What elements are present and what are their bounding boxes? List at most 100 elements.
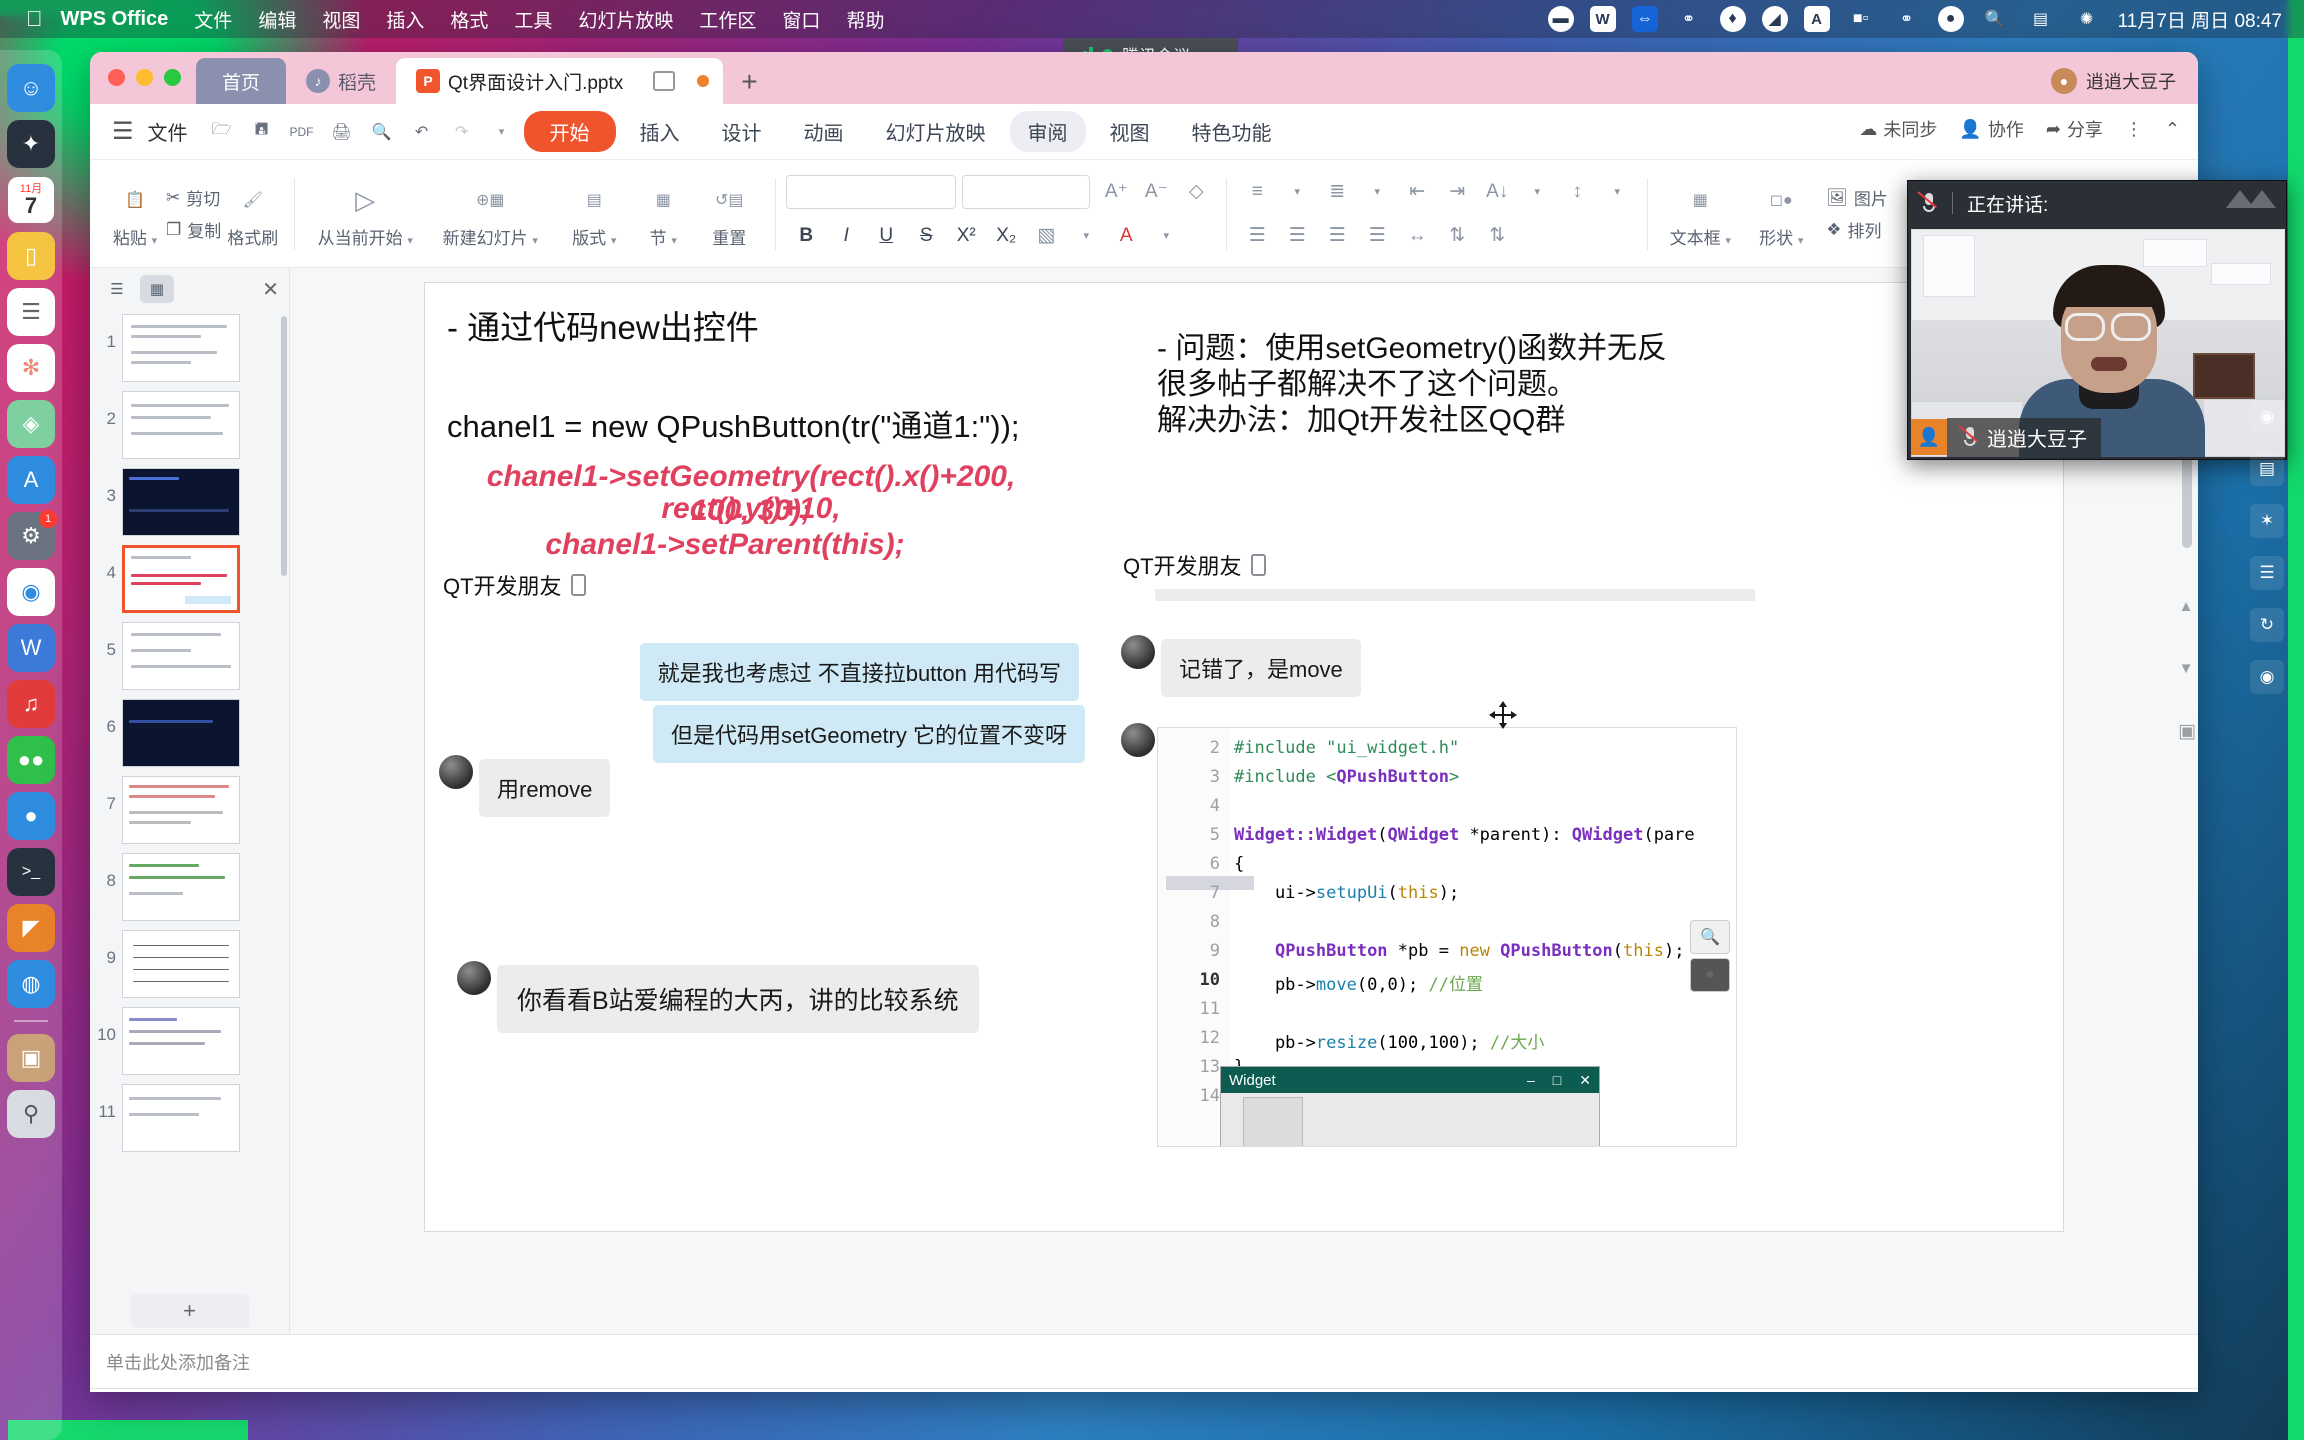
menubar-item-edit[interactable]: 编辑 (258, 6, 296, 33)
more-vertical-icon[interactable]: ⋮ (2125, 119, 2143, 140)
apple-logo-icon[interactable]:  (26, 8, 43, 30)
align-center-icon[interactable]: ☰ (1277, 219, 1317, 253)
chevron-down-icon[interactable]: ▾ (1066, 219, 1106, 253)
chevron-down-icon[interactable]: ▾ (1357, 175, 1397, 209)
slide-red-line-3[interactable]: chanel1->setParent(this); (425, 528, 1025, 561)
menubar-app-name[interactable]: WPS Office (61, 8, 169, 31)
thumbnail-scrollbar[interactable] (281, 316, 287, 576)
eyedropper-icon[interactable]: ◢ (1761, 6, 1788, 32)
next-slide-icon[interactable]: ▼ (2178, 660, 2194, 677)
search-icon[interactable]: 🔍 (1980, 4, 2010, 34)
dock-item-wechat[interactable]: ●● (7, 736, 55, 784)
menubar-item-format[interactable]: 格式 (450, 6, 488, 33)
open-icon[interactable]: 🗁 (204, 115, 240, 149)
ribbon-tab-insert[interactable]: 插入 (622, 111, 698, 152)
ribbon-tab-review[interactable]: 审阅 (1009, 111, 1086, 152)
link-icon[interactable]: ⚭ (1892, 4, 1922, 34)
dock-item-maps[interactable]: ◈ (7, 400, 55, 448)
underline-button[interactable]: U (866, 219, 906, 253)
numbered-list-icon[interactable]: ≣ (1317, 175, 1357, 209)
control-center-icon[interactable]: ▤ (2026, 4, 2056, 34)
dock-item-finder[interactable]: ☺ (7, 64, 55, 112)
row-spacing-icon[interactable]: ⇅ (1477, 219, 1517, 253)
thumbnail-list[interactable]: 1 2 3 4 5 6 7 8 9 10 11 (90, 314, 289, 1282)
drop-icon[interactable]: ♦ (1719, 6, 1746, 32)
column-spacing-icon[interactable]: ⇅ (1437, 219, 1477, 253)
right-chat-screenshot[interactable]: QT开发朋友 记错了，是move 2 #include "ui_widget.h"… (1115, 545, 2055, 1205)
text-highlight-icon[interactable]: ▧ (1026, 219, 1066, 253)
mic-muted-icon[interactable] (1917, 191, 1938, 214)
present-screen-icon[interactable] (653, 71, 676, 91)
ribbon-tab-design[interactable]: 设计 (704, 111, 780, 152)
creative-cloud-icon[interactable]: ⚭ (1674, 4, 1704, 34)
slideshow-from-here-icon[interactable]: ▣ (2178, 720, 2196, 743)
dock-item-browser[interactable]: ◍ (7, 960, 55, 1008)
arrange-button[interactable]: ❖ 排列 (1826, 217, 1888, 242)
collaborate-button[interactable]: 👤 协作 (1959, 116, 2023, 142)
increase-indent-icon[interactable]: ⇥ (1437, 175, 1477, 209)
battery-icon[interactable]: ■▫ (1846, 4, 1876, 34)
thumbnail-item-current[interactable]: 4 (94, 545, 289, 613)
dock-item-terminal[interactable]: >_ (7, 848, 55, 896)
left-chat-screenshot[interactable]: QT开发朋友 就是我也考虑过 不直接拉button 用代码写 但是代码用setG… (435, 565, 1095, 1205)
start-from-current-button[interactable]: ▷ 从当前开始 ▾ (305, 178, 425, 249)
dock-item-downloads[interactable]: ▣ (7, 1034, 55, 1082)
thumbnail-toggle-icon[interactable]: ▦ (140, 275, 174, 303)
slide-canvas[interactable]: - 通过代码new出控件 chanel1 = new QPushButton(t… (424, 282, 2064, 1232)
menubar-item-slideshow[interactable]: 幻灯片放映 (578, 6, 673, 33)
decrease-font-size-icon[interactable]: A⁻ (1136, 175, 1176, 209)
sliders-icon[interactable]: ☰ (2250, 556, 2284, 590)
sync-status-button[interactable]: ☁ 未同步 (1859, 116, 1937, 142)
menubar-item-workspace[interactable]: 工作区 (699, 6, 756, 33)
font-a-icon[interactable]: A (1803, 6, 1830, 32)
sparkle-icon[interactable]: ✶ (2250, 504, 2284, 538)
chevron-down-icon[interactable]: ▾ (1517, 175, 1557, 209)
layout-button[interactable]: ▤ 版式 ▾ (555, 178, 633, 249)
slide-right-line-2[interactable]: 很多帖子都解决不了这个问题。 (1157, 367, 1577, 404)
file-menu-button[interactable]: 文件 (148, 117, 188, 146)
dock-item-system-preferences[interactable]: ⚙ 1 (7, 510, 57, 560)
thumbnail-item[interactable]: 10 (94, 1007, 289, 1075)
bold-button[interactable]: B (786, 219, 826, 253)
clear-format-icon[interactable]: ◇ (1176, 175, 1216, 209)
dock-item-qq[interactable]: ● (7, 792, 55, 840)
menubar-item-file[interactable]: 文件 (194, 6, 232, 33)
ribbon-tab-slideshow[interactable]: 幻灯片放映 (868, 111, 1004, 152)
subscript-button[interactable]: X₂ (986, 219, 1026, 253)
menubar-clock[interactable]: 11月7日 周日 08:47 (2118, 6, 2282, 33)
slide-title-text[interactable]: - 通过代码new出控件 (447, 301, 759, 349)
slide-code-text[interactable]: chanel1 = new QPushButton(tr("通道1:")); (447, 401, 1020, 446)
strikethrough-button[interactable]: S (906, 219, 946, 253)
dock-item-trash[interactable]: ⚲ (7, 1090, 55, 1138)
redo-icon[interactable]: ↷ (444, 115, 480, 149)
new-slide-button[interactable]: ⊕▦ 新建幻灯片 ▾ (425, 178, 555, 249)
wps-writer-icon[interactable]: W (1589, 6, 1616, 32)
text-box-button[interactable]: ▦ 文本框 ▾ (1658, 178, 1742, 249)
bullet-list-icon[interactable]: ≡ (1237, 175, 1277, 209)
menubar-item-insert[interactable]: 插入 (386, 6, 424, 33)
menubar-item-window[interactable]: 窗口 (782, 6, 820, 33)
thumbnail-item[interactable]: 9 (94, 930, 289, 998)
dock-item-sublime[interactable]: ◤ (7, 904, 55, 952)
airdrop-icon[interactable]: ◉ (2250, 400, 2284, 434)
slide-right-line-3[interactable]: 解决办法：加Qt开发社区QQ群 (1157, 403, 1565, 440)
thumbnail-item[interactable]: 11 (94, 1084, 289, 1152)
thumbnail-item[interactable]: 1 (94, 314, 289, 382)
font-size-input[interactable] (962, 174, 1091, 209)
ribbon-tab-view[interactable]: 视图 (1092, 111, 1168, 152)
notes-pane[interactable]: 单击此处添加备注 (90, 1334, 2198, 1388)
export-pdf-icon[interactable]: PDF (284, 115, 320, 149)
chevron-up-icon[interactable]: ⌃ (2165, 119, 2180, 140)
close-pane-icon[interactable]: ✕ (262, 277, 279, 302)
dock-item-netease-music[interactable]: ♫ (7, 680, 55, 728)
align-right-icon[interactable]: ☰ (1317, 219, 1357, 253)
print-icon[interactable]: 🖨 (324, 115, 360, 149)
minimize-button[interactable] (136, 69, 153, 86)
code-search-icon[interactable]: 🔍 (1690, 920, 1730, 954)
dock-item-notes[interactable]: ▯ (7, 232, 55, 280)
maximize-button[interactable] (164, 69, 181, 86)
print-preview-icon[interactable]: 🔍 (364, 115, 400, 149)
section-button[interactable]: ▦ 节 ▾ (633, 178, 693, 249)
chevron-down-icon[interactable]: ▾ (1146, 219, 1186, 253)
chevron-down-icon[interactable]: ▾ (1277, 175, 1317, 209)
